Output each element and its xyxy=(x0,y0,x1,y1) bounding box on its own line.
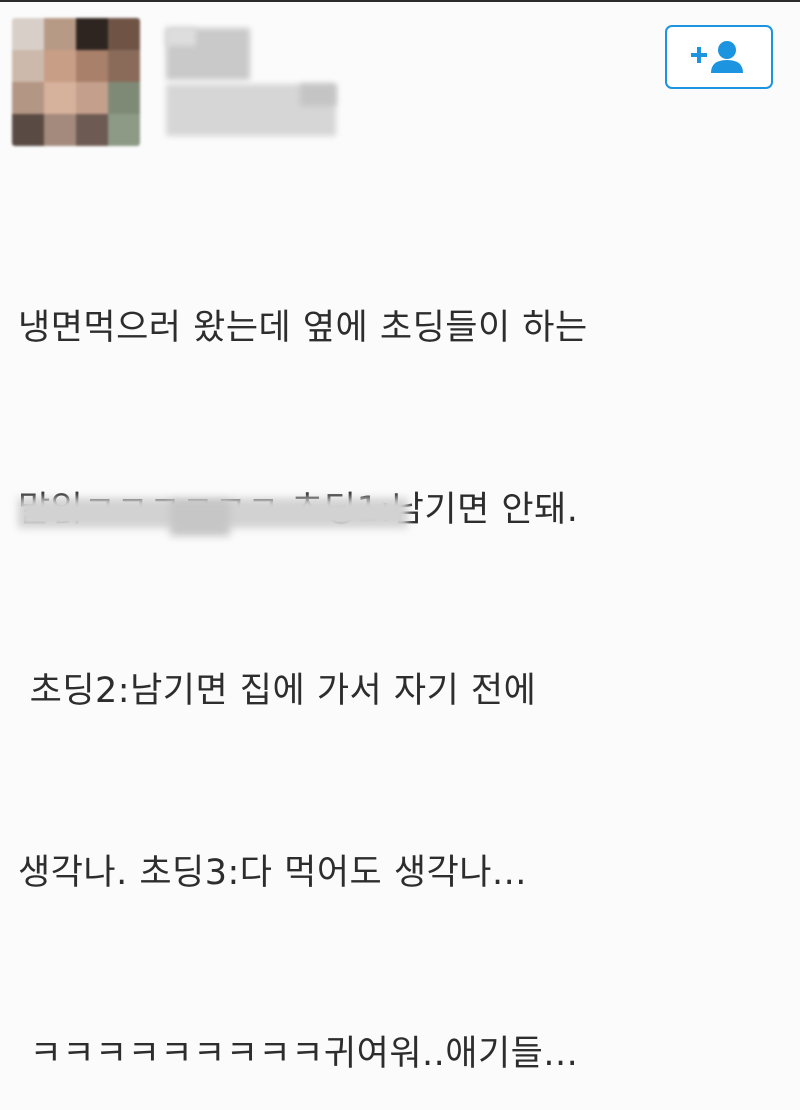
tweet-text: 냉면먹으러 왔는데 옆에 초딩들이 하는 말읽ㅋㅋㅋㅋㅋㅋ 초딩1:남기면 안돼… xyxy=(18,177,778,1110)
tweet-line: 냉면먹으러 왔는데 옆에 초딩들이 하는 xyxy=(18,308,588,348)
timestamp-redacted-detail xyxy=(170,500,230,536)
tweet-line: 생각나. 초딩3:다 먹어도 생각나... xyxy=(18,852,527,893)
window-top-border xyxy=(0,0,800,2)
add-user-icon xyxy=(691,41,743,73)
tweet-line: 초딩2:남기면 집에 가서 자기 전에 xyxy=(18,671,537,711)
display-name-redacted-detail xyxy=(166,28,196,46)
follow-button[interactable] xyxy=(665,25,773,89)
avatar[interactable] xyxy=(12,18,140,146)
tweet-line: ㅋㅋㅋㅋㅋㅋㅋㅋㅋ귀여워..애기들... xyxy=(18,1034,579,1074)
handle-redacted-detail xyxy=(300,84,336,106)
